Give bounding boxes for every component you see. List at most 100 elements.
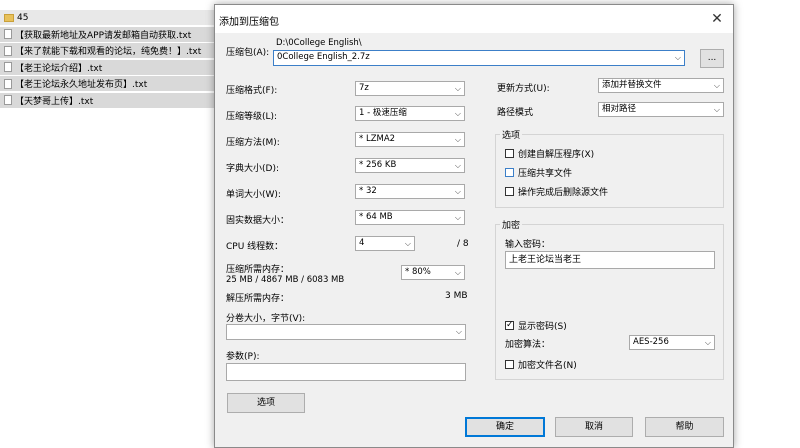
chevron-down-icon: ⌵ xyxy=(454,135,461,144)
password-label: 输入密码： xyxy=(505,240,551,250)
format-value: 7z xyxy=(359,83,369,93)
cpu-label: CPU 线程数： xyxy=(226,242,284,252)
solid-value: * 64 MB xyxy=(359,212,393,222)
cpu-select[interactable]: 4 ⌵ xyxy=(355,236,415,251)
split-label: 分卷大小，字节(V): xyxy=(226,314,306,324)
text-file-icon xyxy=(4,29,12,39)
show-password-checkbox[interactable]: ✓ 显示密码(S) xyxy=(505,319,567,332)
chevron-down-icon: ⌵ xyxy=(454,161,461,170)
update-label: 更新方式(U): xyxy=(497,84,550,94)
encrypt-names-checkbox[interactable]: 加密文件名(N) xyxy=(505,358,577,371)
checkbox-box xyxy=(505,360,514,369)
mem-comp-value: 25 MB / 4867 MB / 6083 MB xyxy=(226,275,345,285)
delete-after-label: 操作完成后删除源文件 xyxy=(518,188,609,198)
params-input[interactable] xyxy=(226,363,466,381)
chevron-down-icon: ⌵ xyxy=(455,327,462,336)
enc-method-value: AES-256 xyxy=(633,337,669,347)
dict-value: * 256 KB xyxy=(359,160,397,170)
level-select[interactable]: 1 - 极速压缩 ⌵ xyxy=(355,106,465,121)
file-name: 【获取最新地址及APP请发邮箱自动获取.txt xyxy=(15,30,192,41)
dict-label: 字典大小(D): xyxy=(226,164,279,174)
list-item[interactable]: 【老王论坛永久地址发布页】.txt xyxy=(0,76,214,91)
update-value: 添加并替换文件 xyxy=(602,80,662,90)
path-mode-select[interactable]: 相对路径 ⌵ xyxy=(598,102,724,117)
text-file-icon xyxy=(4,45,12,56)
format-select[interactable]: 7z ⌵ xyxy=(355,81,465,96)
archive-name-value: 0College English_2.7z xyxy=(277,52,370,62)
close-icon[interactable]: ✕ xyxy=(707,9,727,29)
chevron-down-icon: ⌵ xyxy=(454,268,461,277)
mem-percent-select[interactable]: * 80% ⌵ xyxy=(401,265,465,280)
level-label: 压缩等级(L): xyxy=(226,112,278,122)
params-label: 参数(P): xyxy=(226,352,260,362)
sfx-checkbox[interactable]: 创建自解压程序(X) xyxy=(505,147,594,160)
mem-decomp-label: 解压所需内存： xyxy=(226,294,290,304)
cpu-value: 4 xyxy=(359,238,365,248)
browse-button[interactable]: ... xyxy=(700,49,724,68)
title-bar: 添加到压缩包 ✕ xyxy=(215,5,733,33)
solid-label: 固实数据大小： xyxy=(226,216,290,226)
method-value: * LZMA2 xyxy=(359,134,396,144)
mem-percent-value: * 80% xyxy=(405,267,431,277)
archive-name-combo[interactable]: 0College English_2.7z ⌵ xyxy=(273,50,685,66)
file-name: 【来了就能下载和观看的论坛，纯免费！】.txt xyxy=(15,47,202,57)
options-group-title: 选项 xyxy=(500,128,523,141)
path-mode-label: 路径模式 xyxy=(497,108,534,118)
text-file-icon xyxy=(4,78,12,89)
chevron-down-icon: ⌵ xyxy=(713,81,720,90)
method-select[interactable]: * LZMA2 ⌵ xyxy=(355,132,465,147)
options-button[interactable]: 选项 xyxy=(227,393,305,413)
enc-method-label: 加密算法： xyxy=(505,340,551,350)
dict-select[interactable]: * 256 KB ⌵ xyxy=(355,158,465,173)
mem-comp-label: 压缩所需内存： xyxy=(226,265,290,275)
file-name: 【天梦哥上传】.txt xyxy=(15,96,94,107)
file-list: 45 【获取最新地址及APP请发邮箱自动获取.txt 【来了就能下载和观看的论坛… xyxy=(0,10,214,109)
enc-method-select[interactable]: AES-256 ⌵ xyxy=(629,335,715,350)
delete-after-checkbox[interactable]: 操作完成后删除源文件 xyxy=(505,185,608,198)
text-file-icon xyxy=(4,62,12,72)
level-value: 1 - 极速压缩 xyxy=(359,108,407,118)
shared-files-checkbox[interactable]: 压缩共享文件 xyxy=(505,166,572,179)
chevron-down-icon: ⌵ xyxy=(454,84,461,93)
archive-path: D:\0College English\ xyxy=(276,38,362,48)
encryption-group: 加密 输入密码： 上老王论坛当老王 ✓ 显示密码(S) 加密算法： AES-25… xyxy=(495,218,724,380)
checkbox-box xyxy=(505,187,514,196)
list-item[interactable]: 【来了就能下载和观看的论坛，纯免费！】.txt xyxy=(0,43,214,58)
update-select[interactable]: 添加并替换文件 ⌵ xyxy=(598,78,724,93)
word-value: * 32 xyxy=(359,186,377,196)
text-file-icon xyxy=(4,95,12,105)
encrypt-names-label: 加密文件名(N) xyxy=(518,361,577,371)
split-size-combo[interactable]: ⌵ xyxy=(226,324,466,340)
archive-label: 压缩包(A): xyxy=(226,48,270,58)
cpu-total: / 8 xyxy=(457,239,469,249)
word-select[interactable]: * 32 ⌵ xyxy=(355,184,465,199)
list-item[interactable]: 【天梦哥上传】.txt xyxy=(0,92,214,108)
encryption-group-title: 加密 xyxy=(500,218,523,231)
shared-files-label: 压缩共享文件 xyxy=(518,169,573,179)
list-item[interactable]: 【老王论坛介绍】.txt xyxy=(0,59,214,75)
folder-icon xyxy=(4,13,14,22)
method-label: 压缩方法(M): xyxy=(226,138,280,148)
chevron-down-icon: ⌵ xyxy=(674,53,681,62)
help-button[interactable]: 帮助 xyxy=(645,417,724,437)
check-icon: ✓ xyxy=(506,320,514,330)
list-item[interactable]: 45 xyxy=(0,10,214,25)
format-label: 压缩格式(F): xyxy=(226,86,278,96)
checkbox-box: ✓ xyxy=(505,320,514,330)
ok-button[interactable]: 确定 xyxy=(465,417,545,437)
show-password-label: 显示密码(S) xyxy=(518,322,567,332)
chevron-down-icon: ⌵ xyxy=(713,105,720,114)
solid-select[interactable]: * 64 MB ⌵ xyxy=(355,210,465,225)
sfx-label: 创建自解压程序(X) xyxy=(518,150,595,160)
dialog-title: 添加到压缩包 xyxy=(219,17,279,28)
list-item[interactable]: 【获取最新地址及APP请发邮箱自动获取.txt xyxy=(0,26,214,42)
chevron-down-icon: ⌵ xyxy=(454,109,461,118)
password-input[interactable]: 上老王论坛当老王 xyxy=(505,251,715,269)
folder-name: 45 xyxy=(17,12,29,23)
word-label: 单词大小(W): xyxy=(226,190,281,200)
chevron-down-icon: ⌵ xyxy=(404,239,411,248)
options-group: 选项 创建自解压程序(X) 压缩共享文件 操作完成后删除源文件 xyxy=(495,128,724,208)
cancel-button[interactable]: 取消 xyxy=(555,417,633,437)
checkbox-box xyxy=(505,149,514,158)
chevron-down-icon: ⌵ xyxy=(704,338,711,347)
